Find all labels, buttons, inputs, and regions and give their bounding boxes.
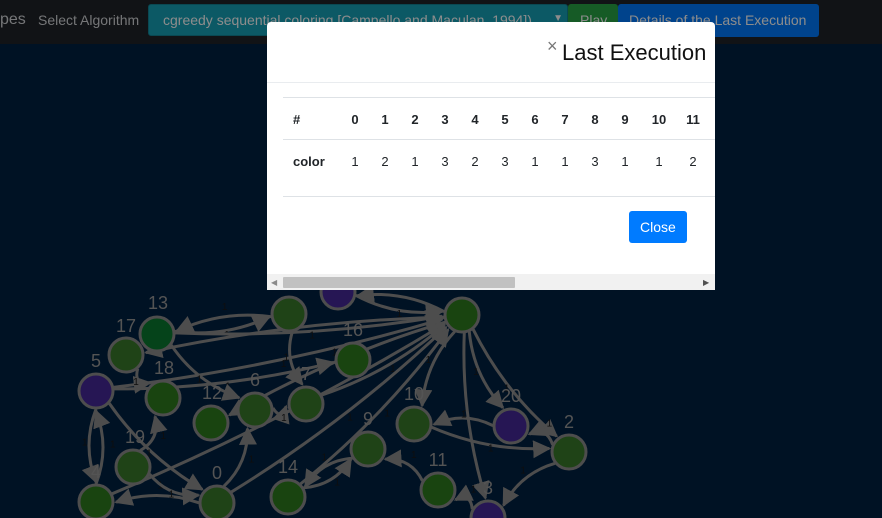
table-row-divider: [283, 139, 715, 140]
horizontal-scrollbar[interactable]: ◀ ▶: [267, 274, 715, 290]
index-cell: 5: [501, 112, 509, 127]
index-cell: 6: [531, 112, 539, 127]
color-cell: 1: [351, 154, 359, 169]
color-cell: 2: [689, 154, 697, 169]
scrollbar-thumb[interactable]: [283, 277, 515, 288]
close-button[interactable]: Close: [629, 211, 687, 243]
row-header-color: color: [293, 154, 325, 169]
index-cell: 11: [686, 112, 700, 127]
modal-header-divider: [267, 82, 715, 83]
index-cell: 7: [561, 112, 569, 127]
color-cell: 3: [591, 154, 599, 169]
color-cell: 1: [621, 154, 629, 169]
index-cell: 8: [591, 112, 599, 127]
close-icon[interactable]: ×: [547, 36, 558, 57]
color-cell: 1: [411, 154, 419, 169]
color-cell: 1: [531, 154, 539, 169]
index-cell: 0: [351, 112, 359, 127]
color-cell: 3: [501, 154, 509, 169]
color-cell: 3: [441, 154, 449, 169]
index-cell: 1: [381, 112, 389, 127]
row-header-index: #: [293, 112, 301, 127]
table-top-border: [283, 97, 715, 98]
index-cell: 2: [411, 112, 419, 127]
color-cell: 1: [561, 154, 569, 169]
index-cell: 9: [621, 112, 629, 127]
index-cell: 10: [651, 112, 667, 127]
color-cell: 2: [471, 154, 479, 169]
last-execution-modal: × Last Execution # color 0 1 2 3 4 5 6 7 8 9 10 11 1…: [267, 22, 715, 290]
table-bottom-border: [283, 196, 715, 197]
index-cell: 4: [471, 112, 479, 127]
scroll-left-icon[interactable]: ◀: [271, 278, 277, 287]
modal-title: Last Execution: [562, 40, 707, 65]
index-cell: 3: [441, 112, 449, 127]
color-cell: 2: [381, 154, 389, 169]
color-cell: 1: [655, 154, 663, 169]
scroll-right-icon[interactable]: ▶: [703, 278, 709, 287]
